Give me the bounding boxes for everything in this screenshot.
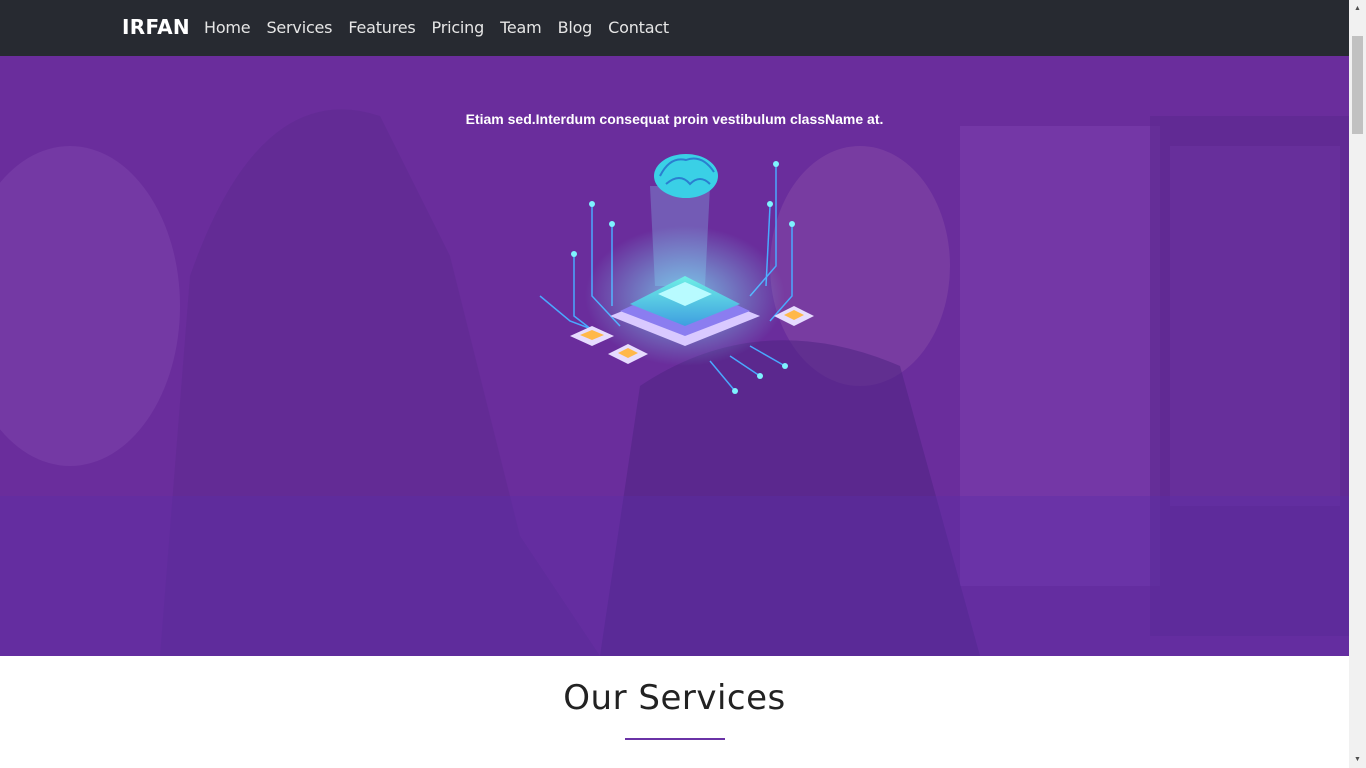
nav-link-pricing[interactable]: Pricing <box>424 0 493 56</box>
nav-link-team[interactable]: Team <box>492 0 550 56</box>
nav-item-services: Services <box>258 0 340 56</box>
nav-item-pricing: Pricing <box>424 0 493 56</box>
nav-link-blog[interactable]: Blog <box>550 0 601 56</box>
nav-item-contact: Contact <box>600 0 677 56</box>
triangle-up-icon: ▲ <box>1354 5 1361 12</box>
nav-item-features: Features <box>340 0 423 56</box>
nav-links: Home Services Features Pricing Team Blog… <box>196 0 677 56</box>
page: IRFAN Home Services Features Pricing Tea… <box>0 0 1349 768</box>
ai-brain-chip-icon <box>539 154 814 394</box>
services-divider <box>625 738 725 740</box>
scroll-thumb[interactable] <box>1352 36 1363 134</box>
hero-tagline: Etiam sed.Interdum consequat proin vesti… <box>465 111 884 127</box>
nav-item-blog: Blog <box>550 0 601 56</box>
page-scrollbar[interactable]: ▲ ▼ <box>1349 0 1366 768</box>
hero-section: Etiam sed.Interdum consequat proin vesti… <box>0 56 1349 656</box>
nav-item-team: Team <box>492 0 550 56</box>
nav-link-services[interactable]: Services <box>258 0 340 56</box>
nav-link-features[interactable]: Features <box>340 0 423 56</box>
nav-link-contact[interactable]: Contact <box>600 0 677 56</box>
triangle-down-icon: ▼ <box>1354 756 1361 763</box>
services-section: Our Services <box>0 656 1349 768</box>
brand-logo[interactable]: IRFAN <box>122 15 190 39</box>
navbar: IRFAN Home Services Features Pricing Tea… <box>0 0 1349 56</box>
scroll-up-button[interactable]: ▲ <box>1349 0 1366 17</box>
scroll-down-button[interactable]: ▼ <box>1349 751 1366 768</box>
services-title: Our Services <box>563 678 786 718</box>
nav-item-home: Home <box>196 0 258 56</box>
nav-link-home[interactable]: Home <box>196 0 258 56</box>
